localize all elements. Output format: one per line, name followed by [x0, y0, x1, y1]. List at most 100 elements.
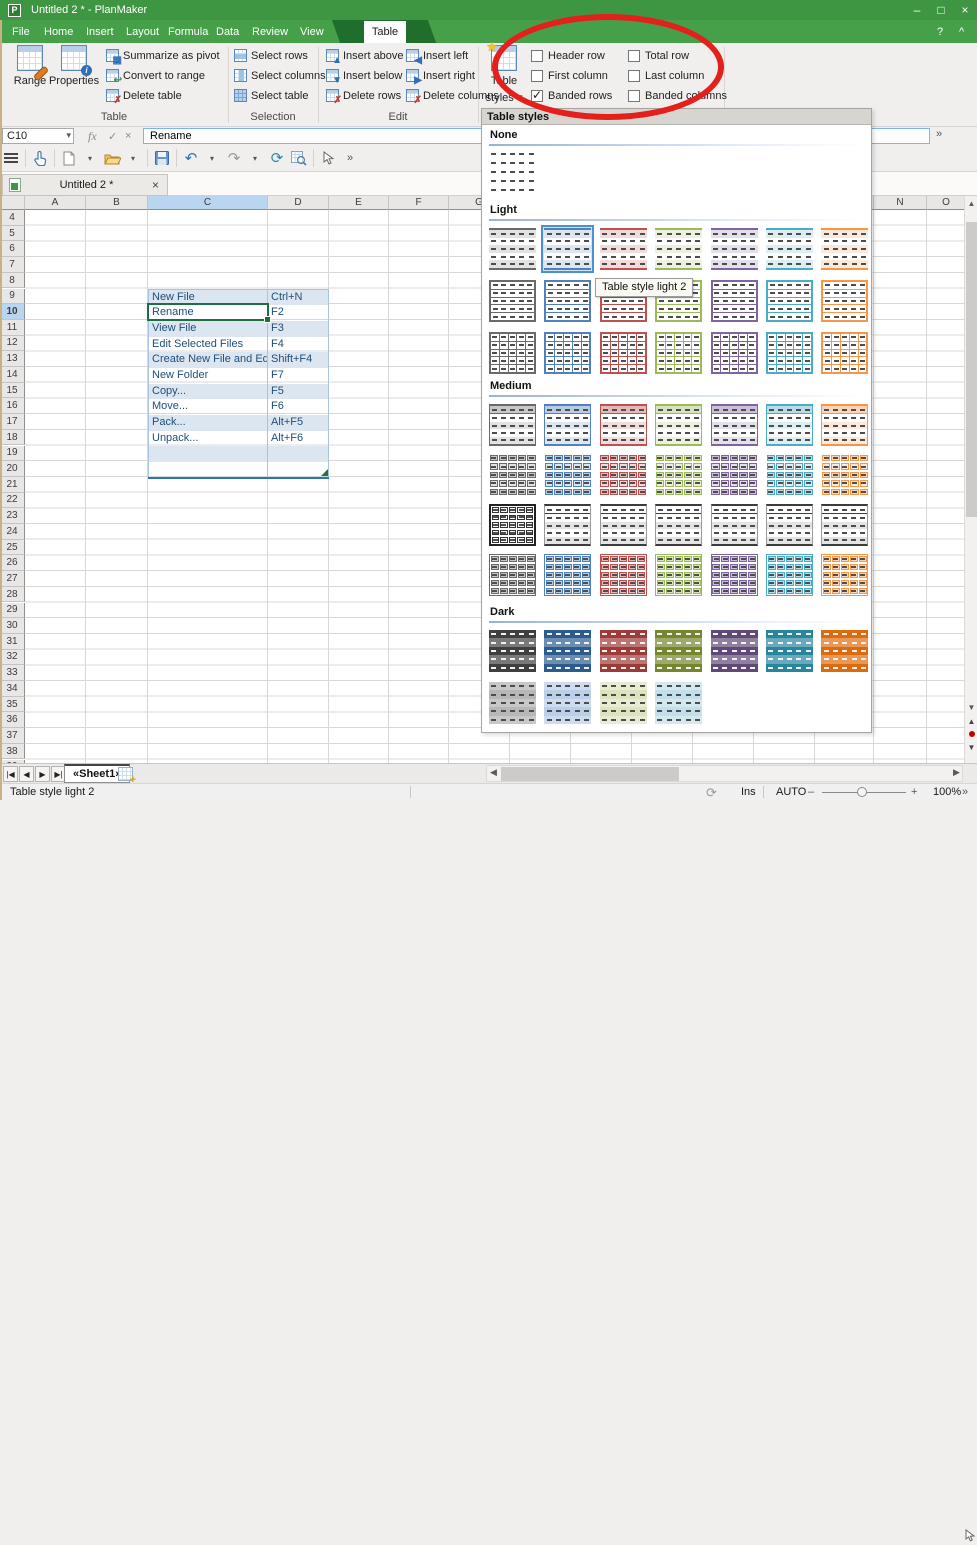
column-header-f[interactable]: F	[389, 196, 449, 210]
table-style-item[interactable]	[597, 451, 650, 499]
print-preview-icon[interactable]	[290, 148, 308, 168]
zoom-level[interactable]: 100%	[933, 784, 961, 800]
table-row[interactable]: Create New File and EditShift+F4	[148, 352, 329, 368]
row-header-22[interactable]: 22	[0, 493, 25, 509]
table-row[interactable]: Move...F6	[148, 399, 329, 415]
table-style-item[interactable]	[652, 627, 705, 675]
table-style-item[interactable]	[597, 401, 650, 449]
save-icon[interactable]	[153, 148, 171, 168]
open-dropdown-icon[interactable]: ▾	[124, 148, 142, 168]
tab-formula[interactable]: Formula	[164, 20, 212, 43]
table-style-item[interactable]	[541, 277, 594, 325]
tab-table-active[interactable]: Table	[364, 21, 406, 43]
column-header-d[interactable]: D	[268, 196, 329, 210]
table-row[interactable]: Pack...Alt+F5	[148, 415, 329, 431]
row-header-23[interactable]: 23	[0, 508, 25, 524]
table-style-item[interactable]	[486, 401, 539, 449]
ribbon-button-convert-to-range[interactable]: ↩Convert to range	[106, 66, 205, 85]
table-style-item[interactable]	[708, 329, 761, 377]
table-style-item[interactable]	[763, 225, 816, 273]
ribbon-button-insert-above[interactable]: ▲Insert above	[326, 46, 404, 65]
row-header-27[interactable]: 27	[0, 571, 25, 587]
checkbox-unchecked-icon[interactable]	[628, 70, 640, 82]
table-style-item[interactable]	[763, 451, 816, 499]
next-sheet-icon[interactable]: ▶	[35, 766, 50, 782]
ribbon-button-delete-rows[interactable]: ✗Delete rows	[326, 86, 401, 105]
table-cell[interactable]: F5	[268, 384, 329, 400]
help-button[interactable]: ?	[933, 20, 947, 43]
checkbox-unchecked-icon[interactable]	[531, 70, 543, 82]
table-style-item[interactable]	[763, 551, 816, 599]
row-header-28[interactable]: 28	[0, 587, 25, 603]
column-header-a[interactable]: A	[25, 196, 86, 210]
table-style-item[interactable]	[541, 501, 594, 549]
tab-home[interactable]: Home	[40, 20, 77, 43]
chevron-down-icon[interactable]: ▾	[66, 130, 71, 141]
row-header-19[interactable]: 19	[0, 446, 25, 462]
select-all-corner[interactable]	[0, 196, 25, 210]
vertical-scrollbar-thumb[interactable]	[966, 222, 977, 517]
row-header-9[interactable]: 9	[0, 289, 25, 305]
undo-dropdown-icon[interactable]: ▾	[203, 148, 221, 168]
record-marker-icon[interactable]	[965, 728, 977, 740]
tab-file[interactable]: File	[8, 20, 34, 43]
function-icon[interactable]: fx	[88, 128, 97, 144]
table-row[interactable]: Unpack...Alt+F6	[148, 431, 329, 447]
row-header-12[interactable]: 12	[0, 336, 25, 352]
row-header-5[interactable]: 5	[0, 226, 25, 242]
table-style-item[interactable]	[818, 551, 871, 599]
table-style-item[interactable]	[597, 501, 650, 549]
split-up-icon[interactable]: ▲	[965, 715, 977, 727]
table-style-item[interactable]	[818, 277, 871, 325]
table-style-item[interactable]	[763, 277, 816, 325]
table-style-item[interactable]	[597, 329, 650, 377]
horizontal-scrollbar-thumb[interactable]	[501, 767, 679, 781]
menu-icon[interactable]	[2, 148, 20, 168]
minimize-button[interactable]: –	[905, 0, 929, 20]
table-row[interactable]: New FolderF7	[148, 368, 329, 384]
ribbon-button-insert-left[interactable]: ◀Insert left	[406, 46, 468, 65]
table-cell[interactable]	[268, 462, 329, 478]
pointer-mode-icon[interactable]	[965, 1529, 976, 1545]
row-header-25[interactable]: 25	[0, 540, 25, 556]
table-style-item[interactable]	[541, 401, 594, 449]
table-style-item[interactable]	[597, 225, 650, 273]
table-style-item[interactable]	[763, 401, 816, 449]
table-style-item[interactable]	[486, 329, 539, 377]
calc-mode-indicator[interactable]: AUTO	[776, 784, 806, 800]
tab-layout[interactable]: Layout	[122, 20, 163, 43]
table-cell[interactable]: F6	[268, 399, 329, 415]
row-header-33[interactable]: 33	[0, 665, 25, 681]
scroll-left-icon[interactable]: ◀	[490, 767, 497, 778]
ribbon-button-insert-below[interactable]: ▼Insert below	[326, 66, 402, 85]
horizontal-scrollbar[interactable]: ◀ ▶	[486, 765, 963, 782]
maximize-button[interactable]: □	[929, 0, 953, 20]
table-style-item[interactable]	[486, 451, 539, 499]
checkbox-header-row[interactable]: Header row	[531, 46, 605, 65]
previous-sheet-icon[interactable]: ◀	[19, 766, 34, 782]
table-cell[interactable]: Create New File and Edit	[148, 352, 268, 368]
table-style-item[interactable]	[818, 451, 871, 499]
close-document-icon[interactable]: ×	[152, 178, 159, 192]
row-header-6[interactable]: 6	[0, 241, 25, 257]
cancel-icon[interactable]: ×	[125, 128, 131, 144]
row-header-10[interactable]: 10	[0, 304, 25, 320]
table-row[interactable]: Copy...F5	[148, 384, 329, 400]
table-style-item[interactable]	[486, 551, 539, 599]
table-style-item[interactable]	[486, 501, 539, 549]
zoom-out-icon[interactable]: –	[808, 784, 814, 800]
toolbar-overflow-icon[interactable]: »	[341, 148, 359, 168]
split-down-icon[interactable]: ▼	[965, 741, 977, 753]
table-style-item[interactable]	[652, 551, 705, 599]
row-header-15[interactable]: 15	[0, 383, 25, 399]
table-styles-button[interactable]: ★Tablestyles ▾	[482, 45, 526, 107]
table-cell[interactable]: Ctrl+N	[268, 290, 329, 306]
table-style-item[interactable]	[652, 451, 705, 499]
ribbon-button-summarize-as-pivot[interactable]: ▦Summarize as pivot	[106, 46, 220, 65]
add-sheet-icon[interactable]	[118, 767, 133, 781]
table-cell[interactable]: Pack...	[148, 415, 268, 431]
row-header-16[interactable]: 16	[0, 398, 25, 414]
table-style-item[interactable]	[708, 277, 761, 325]
row-header-32[interactable]: 32	[0, 650, 25, 666]
table-style-item[interactable]	[708, 451, 761, 499]
